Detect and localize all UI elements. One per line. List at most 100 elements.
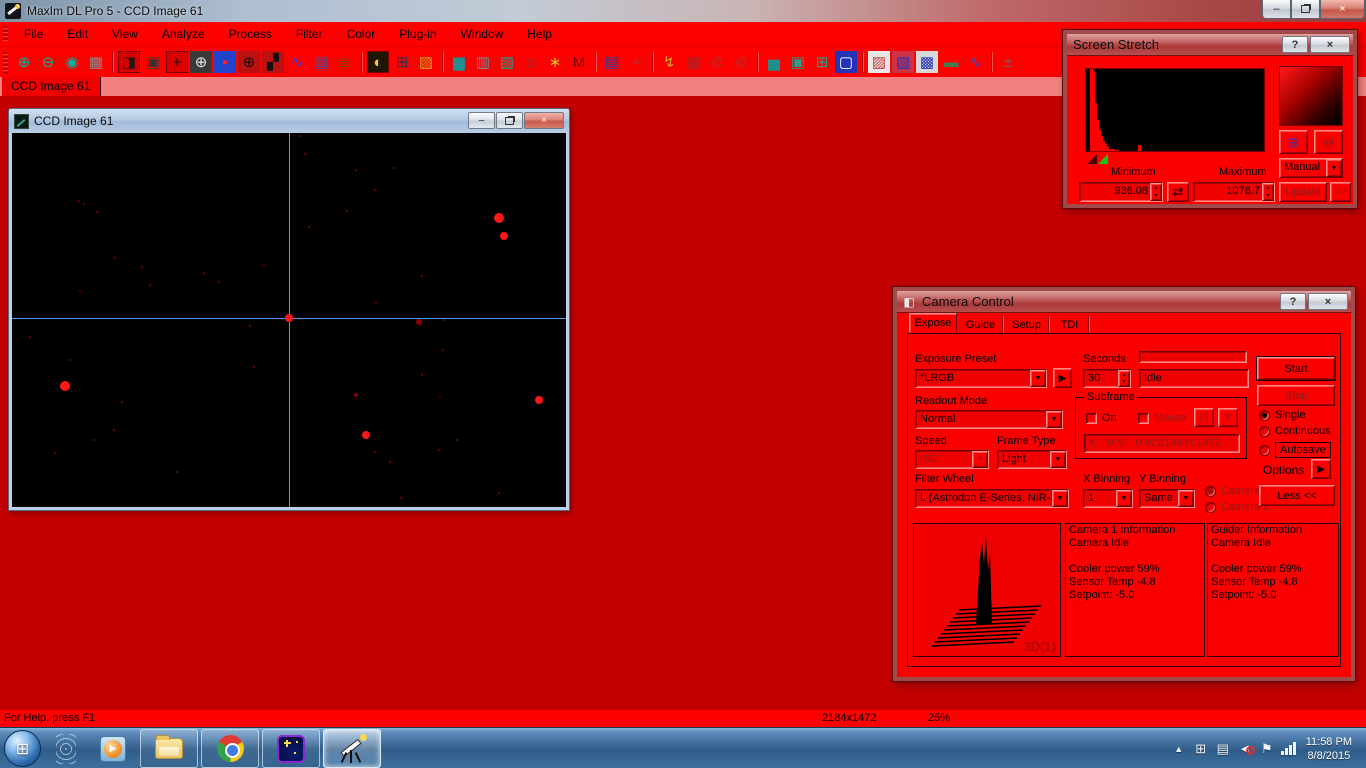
menu-edit[interactable]: Edit <box>55 25 100 43</box>
taskbar-item-planetarium[interactable] <box>262 729 320 768</box>
close-button[interactable]: × <box>1320 0 1365 19</box>
tray-expand-icon[interactable]: ▲ <box>1168 744 1190 754</box>
checkbox-box[interactable] <box>1138 413 1149 424</box>
chevron-down-icon[interactable]: ▼ <box>1326 159 1342 177</box>
checkbox-box[interactable] <box>1086 413 1097 424</box>
observatory-icon[interactable]: ⌂ <box>520 51 542 73</box>
camera-control-close-button[interactable]: × <box>1308 293 1348 310</box>
filter-wheel-icon[interactable]: ▨ <box>415 51 437 73</box>
tab-setup[interactable]: Setup <box>1005 316 1049 333</box>
screen-stretch-close-button[interactable]: × <box>1310 36 1350 53</box>
cascade-windows-icon[interactable]: ⊞ <box>811 51 833 73</box>
maximum-spinner[interactable]: ▲▼ <box>1262 183 1274 201</box>
menu-color[interactable]: Color <box>335 25 388 43</box>
minimize-button[interactable]: – <box>1262 0 1291 19</box>
chevron-down-icon[interactable]: ▼ <box>1050 451 1066 468</box>
chevron-down-icon[interactable]: ▼ <box>1116 490 1132 507</box>
slider-icon[interactable]: ▬ <box>940 51 962 73</box>
screen-stretch-titlebar[interactable]: Screen Stretch ? × <box>1067 34 1353 56</box>
help-button[interactable]: ? <box>1280 293 1306 310</box>
autosave-radio[interactable]: Autosave <box>1259 442 1331 458</box>
ruler-icon[interactable]: ▥ <box>472 51 494 73</box>
seconds-spinner[interactable]: ▲▼ <box>1118 370 1130 387</box>
menu-help[interactable]: Help <box>515 25 564 43</box>
y-binning-select[interactable]: Same ▼ <box>1139 489 1195 508</box>
image-minimize-button[interactable]: – <box>468 112 495 129</box>
magnify-region-icon[interactable]: ⊕ <box>238 51 260 73</box>
taskbar-item-media-player[interactable]: ▶ <box>84 729 142 768</box>
menu-filter[interactable]: Filter <box>284 25 335 43</box>
taskbar-item-explorer[interactable] <box>140 729 198 768</box>
tray-volume-muted-icon[interactable]: ◄ <box>1234 741 1256 756</box>
tab-expose[interactable]: Expose <box>909 313 957 333</box>
help-button[interactable]: ? <box>1282 36 1308 53</box>
plate-solve-icon[interactable]: ± <box>997 51 1019 73</box>
radio-circle[interactable] <box>1259 426 1270 437</box>
image-canvas[interactable] <box>12 133 566 507</box>
radio-circle[interactable] <box>1205 486 1216 497</box>
stack-icon[interactable]: ▩ <box>916 51 938 73</box>
swap-min-max-button[interactable]: ⇄ <box>1167 182 1189 202</box>
histogram-icon[interactable]: ▅ <box>763 51 785 73</box>
tab-guide[interactable]: Guide <box>959 316 1003 333</box>
graph-tool-icon[interactable]: ∿ <box>964 51 986 73</box>
menubar-grip[interactable] <box>3 26 8 43</box>
options-menu-button[interactable]: ▶ <box>1311 459 1331 479</box>
x-binning-select[interactable]: 1 ▼ <box>1083 489 1133 508</box>
single-radio[interactable]: Single <box>1259 409 1306 421</box>
spin-up-icon[interactable]: ▲ <box>1119 371 1129 379</box>
image-restore-button[interactable] <box>496 112 523 129</box>
flip-icon[interactable]: ◨ <box>118 51 140 73</box>
image-close-button[interactable]: × <box>524 112 564 129</box>
readout-mode-select[interactable]: Normal ▼ <box>915 410 1063 429</box>
speed-select[interactable]: ISO ▼ <box>915 450 989 469</box>
header-info-icon[interactable]: ▤ <box>310 51 332 73</box>
spin-down-icon[interactable]: ▼ <box>1263 192 1273 200</box>
no-filter-icon[interactable]: ⊘ <box>730 51 752 73</box>
annotate-icon[interactable]: ∗ <box>544 51 566 73</box>
night-vision-icon[interactable]: ◐ <box>367 51 389 73</box>
add-frame-icon[interactable]: + <box>625 51 647 73</box>
combine-icon[interactable]: ▧ <box>892 51 914 73</box>
zoom-out-button[interactable]: ⊖ <box>1314 130 1343 154</box>
menu-window[interactable]: Window <box>449 25 516 43</box>
spin-down-icon[interactable]: ▼ <box>1151 192 1161 200</box>
menu-analyze[interactable]: Analyze <box>150 25 217 43</box>
minimum-spinner[interactable]: ▲▼ <box>1150 183 1162 201</box>
tray-flag-icon[interactable]: ⚑ <box>1256 741 1278 757</box>
no-calibrate-icon[interactable]: ⊘ <box>706 51 728 73</box>
tab-tdi[interactable]: TDI <box>1051 316 1089 333</box>
tray-windows-icon[interactable]: ⊞ <box>1190 741 1212 757</box>
shadow-marker-icon[interactable] <box>1087 154 1097 164</box>
subframe-pick-button[interactable]: ◳ <box>1194 408 1214 427</box>
stop-button[interactable]: Stop <box>1257 385 1335 406</box>
histogram-plot[interactable] <box>1085 68 1265 152</box>
radio-circle[interactable] <box>1259 445 1270 456</box>
clean-icon[interactable]: ↯ <box>658 51 680 73</box>
mono-icon[interactable]: M <box>568 51 590 73</box>
crosshair-icon[interactable]: ⊕ <box>190 51 212 73</box>
zoom-fit-icon[interactable]: ◉ <box>61 51 83 73</box>
menu-file[interactable]: File <box>12 25 55 43</box>
subframe-on-checkbox[interactable]: On <box>1086 412 1117 424</box>
less-button[interactable]: Less << <box>1259 485 1335 506</box>
tray-clipboard-icon[interactable]: ▤ <box>1212 741 1234 757</box>
menu-view[interactable]: View <box>100 25 150 43</box>
continuous-radio[interactable]: Continuous <box>1259 425 1331 437</box>
menu-plugin[interactable]: Plug-in <box>387 25 448 43</box>
highlight-marker-icon[interactable] <box>1098 154 1108 164</box>
chevron-down-icon[interactable]: ▼ <box>1178 490 1194 507</box>
taskbar-item-maxim-dl[interactable] <box>323 729 381 768</box>
zoom-out-icon[interactable]: ⊖ <box>37 51 59 73</box>
layers-icon[interactable]: ≣ <box>334 51 356 73</box>
pixel-table-icon[interactable]: ⊞ <box>391 51 413 73</box>
image-window-titlebar[interactable]: CCD Image 61 – × <box>9 109 569 133</box>
start-button[interactable]: Start <box>1257 357 1335 380</box>
copy-icon[interactable]: ▤ <box>601 51 623 73</box>
select-region-icon[interactable]: ▪ <box>214 51 236 73</box>
information-window-icon[interactable]: ▆ <box>448 51 470 73</box>
blink-icon[interactable]: ▨ <box>868 51 890 73</box>
frame-type-select[interactable]: Light ▼ <box>997 450 1067 469</box>
zoom-in-icon[interactable]: ⊕ <box>13 51 35 73</box>
start-button[interactable]: ⊞ <box>4 730 41 767</box>
